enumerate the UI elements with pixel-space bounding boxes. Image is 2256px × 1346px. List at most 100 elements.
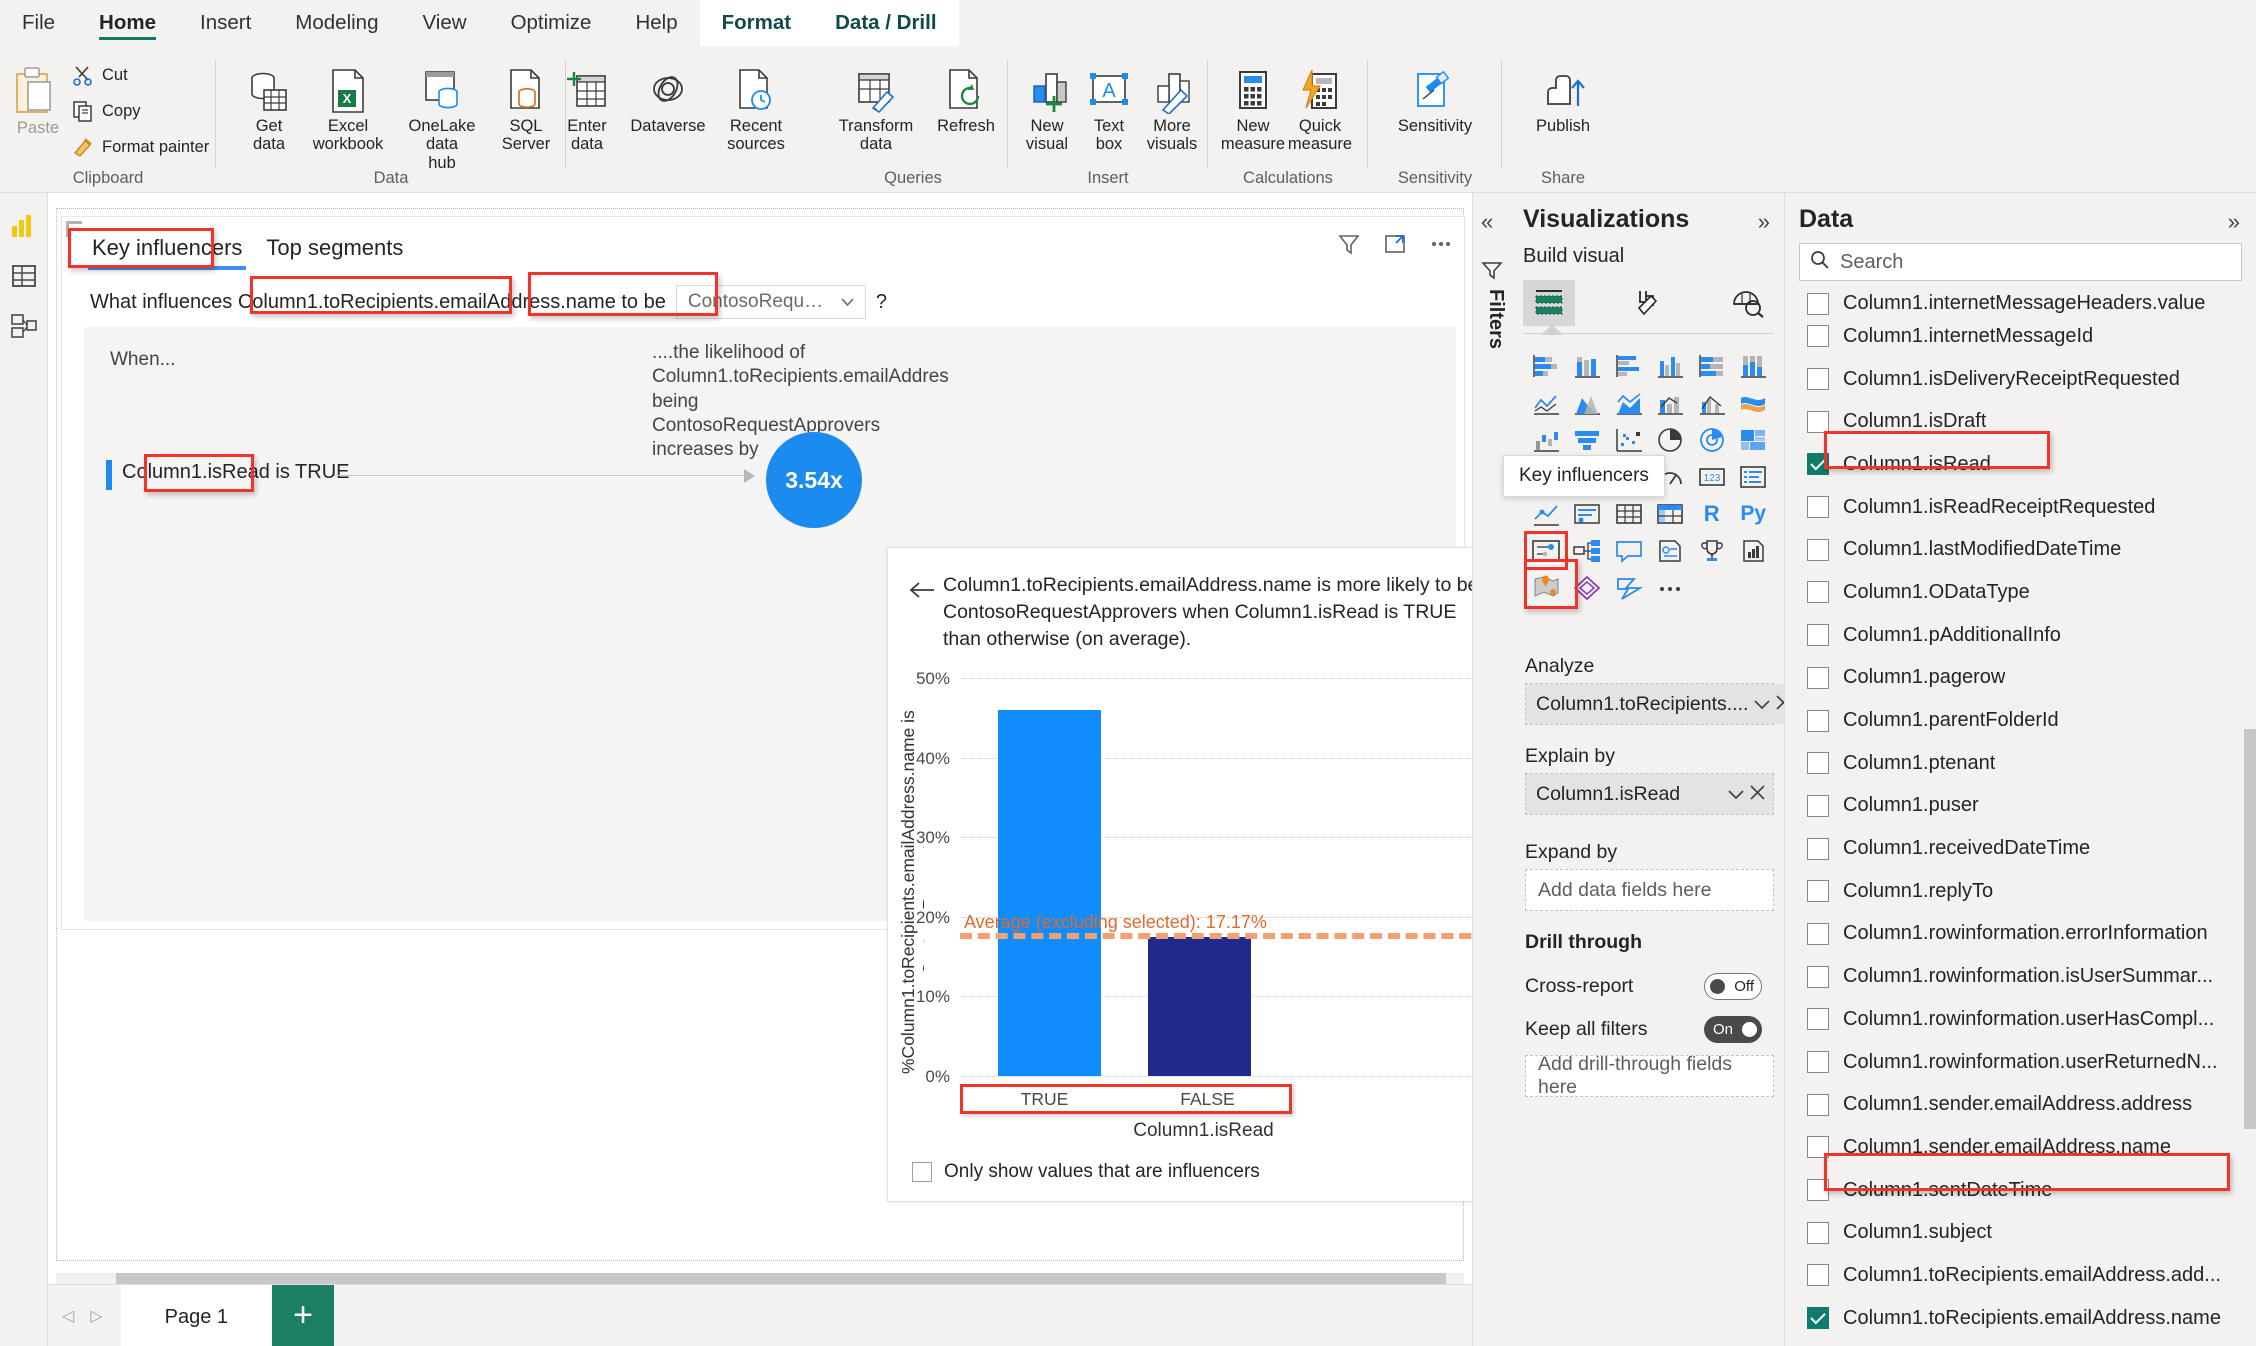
report-view-icon[interactable] [9, 211, 39, 241]
field-checkbox[interactable] [1807, 1264, 1829, 1287]
data-search-box[interactable] [1799, 243, 2242, 281]
paginated-report-icon[interactable] [1733, 532, 1775, 569]
field-checkbox[interactable] [1807, 1307, 1829, 1330]
data-field-row[interactable]: Column1.isDeliveryReceiptRequested [1785, 358, 2244, 401]
only-show-influencers-checkbox[interactable] [912, 1162, 932, 1182]
data-field-row[interactable]: Column1.ODataType [1785, 571, 2244, 614]
table-view-icon[interactable] [9, 261, 39, 291]
field-checkbox[interactable] [1807, 496, 1829, 519]
treemap-icon[interactable] [1733, 421, 1775, 458]
data-field-row[interactable]: Column1.toRecipients.emailAddress.name [1785, 1297, 2244, 1332]
format-painter-button[interactable]: Format painter [72, 136, 209, 158]
slicer-icon[interactable] [1567, 495, 1609, 532]
ribbon-tab-home[interactable]: Home [77, 0, 178, 46]
q-and-a-icon[interactable] [1608, 532, 1650, 569]
stacked-column-chart-icon[interactable] [1567, 347, 1609, 384]
field-checkbox[interactable] [1807, 1051, 1829, 1074]
data-field-row[interactable]: Column1.toRecipients.emailAddress.add... [1785, 1254, 2244, 1297]
field-checkbox[interactable] [1807, 624, 1829, 647]
onelake-data-hub-button[interactable]: OneLake data hub [394, 68, 490, 172]
key-influencers-icon[interactable] [1524, 531, 1568, 570]
data-field-row[interactable]: Column1.lastModifiedDateTime [1785, 528, 2244, 571]
enter-data-button[interactable]: Enter data [558, 68, 616, 154]
field-checkbox[interactable] [1807, 922, 1829, 945]
stacked-area-chart-icon[interactable] [1608, 384, 1650, 421]
analyze-well[interactable]: Column1.toRecipients.... [1525, 683, 1800, 725]
bar-true[interactable] [998, 709, 1101, 1076]
field-checkbox[interactable] [1807, 538, 1829, 561]
tab-key-influencers[interactable]: Key influencers [88, 231, 247, 270]
stacked-bar-chart-icon[interactable] [1525, 347, 1567, 384]
field-checkbox[interactable] [1807, 1008, 1829, 1031]
metrics-icon[interactable] [1691, 532, 1733, 569]
data-field-row[interactable]: Column1.parentFolderId [1785, 699, 2244, 742]
copy-button[interactable]: Copy [72, 100, 141, 122]
data-search-input[interactable] [1840, 250, 2220, 274]
kpi-icon[interactable] [1525, 495, 1567, 532]
field-checkbox[interactable] [1807, 293, 1829, 315]
pie-chart-icon[interactable] [1650, 421, 1692, 458]
keep-all-filters-toggle[interactable]: On [1704, 1015, 1762, 1043]
more-visuals-button[interactable]: More visuals [1138, 68, 1206, 154]
ribbon-tab-optimize[interactable]: Optimize [489, 0, 614, 46]
recent-sources-button[interactable]: Recent sources [720, 68, 792, 154]
page-tab-page-1[interactable]: Page 1 [120, 1284, 273, 1346]
arcgis-map-icon[interactable] [1525, 569, 1567, 606]
ribbon-tab-modeling[interactable]: Modeling [273, 0, 400, 46]
bar-false[interactable] [1148, 936, 1251, 1076]
data-field-row[interactable]: Column1.internetMessageHeaders.value [1785, 289, 2244, 315]
expand-pane-icon[interactable]: » [2228, 209, 2240, 235]
data-field-row[interactable]: Column1.rowinformation.isUserSummar... [1785, 955, 2244, 998]
line-clustered-column-chart-icon[interactable] [1691, 384, 1733, 421]
drill-through-well[interactable]: Add drill-through fields here [1525, 1053, 1774, 1098]
ribbon-tab-data-drill[interactable]: Data / Drill [813, 0, 959, 46]
canvas-horizontal-scrollbar[interactable] [56, 1273, 1464, 1284]
filter-icon[interactable] [1336, 231, 1362, 257]
ribbon-tab-format[interactable]: Format [699, 0, 814, 46]
waterfall-chart-icon[interactable] [1525, 421, 1567, 458]
remove-field-icon[interactable] [1750, 783, 1765, 806]
data-field-row[interactable]: Column1.rowinformation.errorInformation [1785, 913, 2244, 956]
power-automate-icon[interactable] [1608, 569, 1650, 606]
analytics-icon[interactable] [1722, 280, 1774, 326]
cut-button[interactable]: Cut [72, 64, 128, 86]
data-field-row[interactable]: Column1.rowinformation.userHasCompl... [1785, 998, 2244, 1041]
clustered-bar-chart-icon[interactable] [1608, 347, 1650, 384]
focus-mode-icon[interactable] [1382, 231, 1408, 257]
field-checkbox[interactable] [1807, 1179, 1829, 1202]
only-show-influencers-row[interactable]: Only show values that are influencers [912, 1161, 1260, 1183]
data-field-row[interactable]: Column1.sender.emailAddress.address [1785, 1083, 2244, 1126]
paste-button[interactable]: Paste [8, 66, 68, 137]
matrix-icon[interactable] [1650, 495, 1692, 532]
field-checkbox[interactable] [1807, 794, 1829, 817]
chevron-down-icon[interactable] [1754, 693, 1771, 716]
field-checkbox[interactable] [1807, 368, 1829, 391]
refresh-button[interactable]: Refresh [930, 68, 1002, 135]
card-icon[interactable]: 123 [1691, 458, 1733, 495]
chevron-left-icon[interactable]: ◁ [62, 1306, 74, 1326]
filters-label[interactable]: Filters [1477, 289, 1507, 349]
ribbon-tab-view[interactable]: View [401, 0, 489, 46]
text-box-button[interactable]: A Text box [1082, 68, 1136, 154]
line-stacked-column-chart-icon[interactable] [1650, 384, 1692, 421]
filter-icon[interactable] [1481, 259, 1503, 286]
100-stacked-bar-chart-icon[interactable] [1691, 347, 1733, 384]
data-pane-scroll-thumb[interactable] [2244, 729, 2256, 1129]
funnel-chart-icon[interactable] [1567, 421, 1609, 458]
more-options-icon[interactable] [1650, 569, 1692, 606]
new-measure-button[interactable]: New measure [1221, 68, 1285, 154]
data-field-row[interactable]: Column1.rowinformation.userReturnedN... [1785, 1041, 2244, 1084]
data-field-row[interactable]: Column1.pagerow [1785, 657, 2244, 700]
back-arrow-icon[interactable] [908, 576, 936, 607]
model-view-icon[interactable] [9, 311, 39, 341]
dataverse-button[interactable]: Dataverse [620, 68, 716, 135]
explain-by-well[interactable]: Column1.isRead [1525, 773, 1774, 815]
canvas-scroll-thumb[interactable] [116, 1273, 1446, 1284]
chevron-down-icon[interactable] [1728, 783, 1744, 806]
data-field-row[interactable]: Column1.receivedDateTime [1785, 827, 2244, 870]
ribbon-tab-help[interactable]: Help [613, 0, 699, 46]
field-checkbox[interactable] [1807, 1136, 1829, 1159]
field-checkbox[interactable] [1807, 752, 1829, 775]
publish-button[interactable]: Publish [1522, 68, 1604, 135]
field-checkbox[interactable] [1807, 880, 1829, 903]
